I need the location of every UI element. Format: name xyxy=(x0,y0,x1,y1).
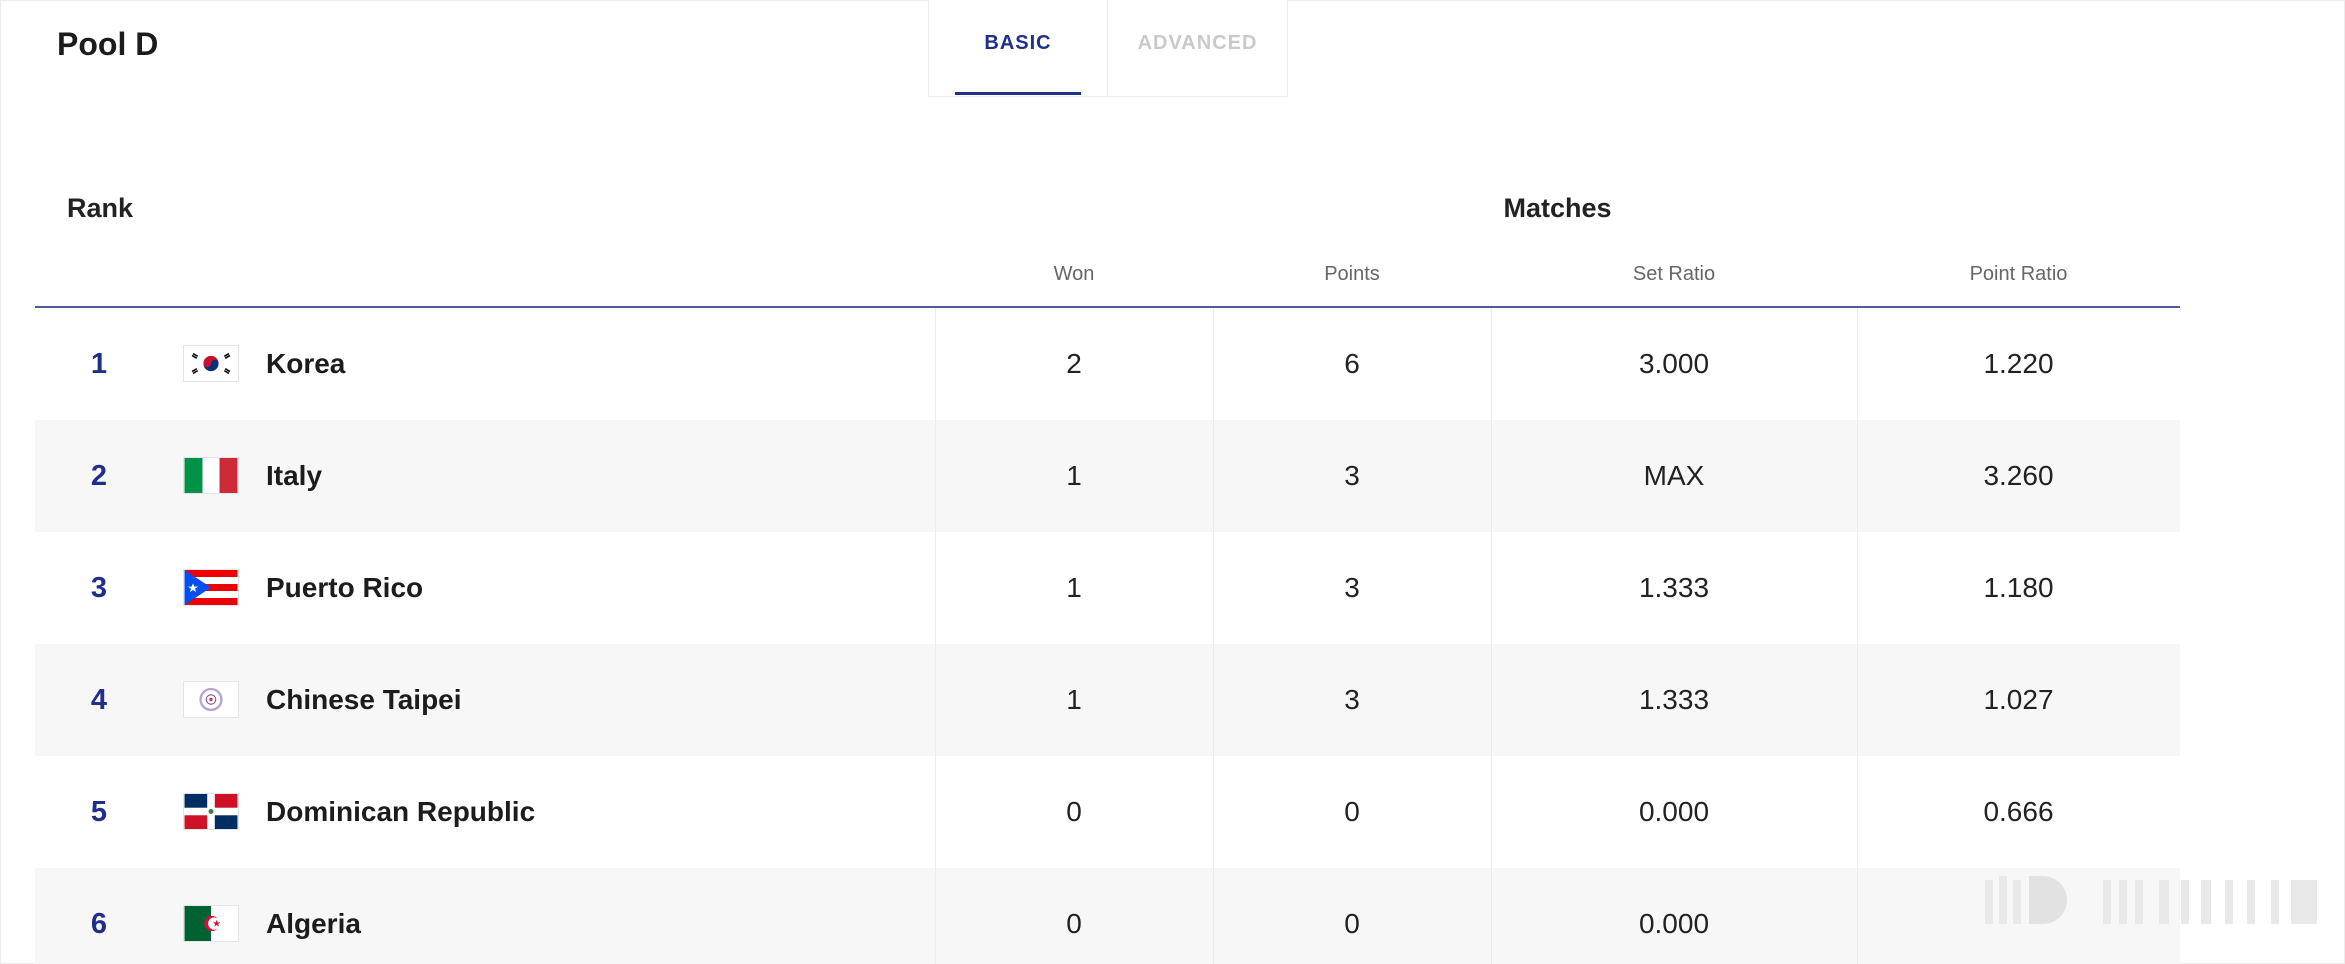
rank-cell: 5 xyxy=(90,795,108,828)
won-cell: 0 xyxy=(1066,908,1082,939)
team-name[interactable]: Chinese Taipei xyxy=(266,644,462,756)
points-cell: 6 xyxy=(1344,348,1360,379)
set-ratio-cell: 0.000 xyxy=(1638,908,1710,939)
set-ratio-cell: 1.333 xyxy=(1638,684,1710,715)
team-name[interactable]: Puerto Rico xyxy=(266,532,423,644)
points-cell: 0 xyxy=(1344,796,1360,827)
view-tabs: BASIC ADVANCED xyxy=(928,0,1288,97)
points-column-header[interactable]: Points xyxy=(1213,263,1491,286)
pool-title: Pool D xyxy=(57,26,159,62)
rank-cell: 1 xyxy=(90,347,108,380)
won-cell: 0 xyxy=(1066,796,1082,827)
table-row[interactable]: 4 Chinese Taipei 1 3 1.333 1.027 xyxy=(35,644,2180,756)
rank-cell: 2 xyxy=(90,459,108,492)
team-name[interactable]: Algeria xyxy=(266,868,361,964)
column-divider xyxy=(935,308,936,964)
team-name[interactable]: Italy xyxy=(266,420,322,532)
rank-cell: 6 xyxy=(90,907,108,940)
set-ratio-cell: MAX xyxy=(1643,460,1705,491)
point-ratio-cell: 3.260 xyxy=(1983,460,2054,491)
table-row[interactable]: 2 Italy 1 3 MAX 3.260 xyxy=(35,420,2180,532)
table-row[interactable]: 5 Dominican Republic 0 0 0.000 0.666 xyxy=(35,756,2180,868)
point-ratio-cell: 1.220 xyxy=(1983,348,2054,379)
matches-header: Matches xyxy=(1503,193,1612,223)
team-name[interactable]: Korea xyxy=(266,308,345,420)
dominican-republic-flag-icon xyxy=(183,793,239,830)
column-divider xyxy=(1857,308,1858,964)
won-cell: 1 xyxy=(1066,572,1082,603)
column-divider xyxy=(1213,308,1214,964)
italy-flag-icon xyxy=(183,457,239,494)
algeria-flag-icon xyxy=(183,905,239,942)
table-row[interactable]: 6 Algeria 0 0 0.000 xyxy=(35,868,2180,964)
rank-cell: 4 xyxy=(90,683,108,716)
table-row[interactable]: 3 Puerto Rico 1 3 1.333 1.180 xyxy=(35,532,2180,644)
won-cell: 1 xyxy=(1066,684,1082,715)
set-ratio-cell: 3.000 xyxy=(1638,348,1710,379)
point-ratio-cell: 1.180 xyxy=(1983,572,2054,603)
won-cell: 2 xyxy=(1066,348,1082,379)
rank-cell: 3 xyxy=(90,571,108,604)
chinese-taipei-flag-icon xyxy=(183,681,239,718)
watermark-logo-icon xyxy=(1985,868,2325,938)
points-cell: 3 xyxy=(1344,572,1360,603)
won-cell: 1 xyxy=(1066,460,1082,491)
set-ratio-column-header[interactable]: Set Ratio xyxy=(1491,263,1857,286)
set-ratio-cell: 1.333 xyxy=(1638,572,1710,603)
column-divider xyxy=(1491,308,1492,964)
point-ratio-cell: 0.666 xyxy=(1983,796,2054,827)
tab-advanced[interactable]: ADVANCED xyxy=(1108,0,1288,97)
tab-basic[interactable]: BASIC xyxy=(928,0,1108,97)
points-cell: 3 xyxy=(1344,684,1360,715)
points-cell: 0 xyxy=(1344,908,1360,939)
points-cell: 3 xyxy=(1344,460,1360,491)
point-ratio-cell: 1.027 xyxy=(1983,684,2054,715)
korea-flag-icon xyxy=(183,345,239,382)
point-ratio-column-header[interactable]: Point Ratio xyxy=(1857,263,2180,286)
table-row[interactable]: 1 Korea 2 6 3.000 1.220 xyxy=(35,308,2180,420)
puerto-rico-flag-icon xyxy=(183,569,239,606)
team-name[interactable]: Dominican Republic xyxy=(266,756,535,868)
set-ratio-cell: 0.000 xyxy=(1638,796,1710,827)
rank-header: Rank xyxy=(67,193,134,223)
won-column-header[interactable]: Won xyxy=(935,263,1213,286)
